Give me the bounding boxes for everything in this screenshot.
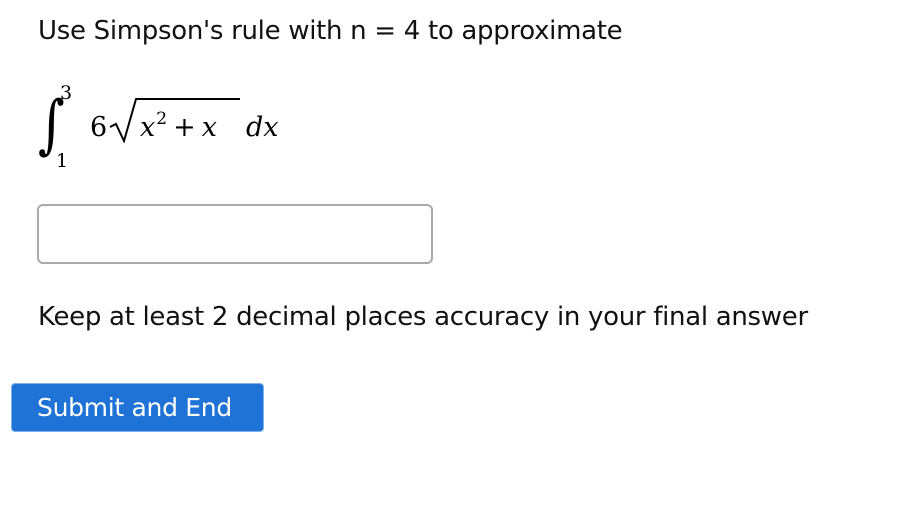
- integrand-coefficient: 6: [90, 112, 108, 143]
- integral-differential: dx: [246, 112, 279, 143]
- accuracy-note: Keep at least 2 decimal places accuracy …: [38, 302, 808, 332]
- integrand-radicand: x2 + x: [140, 109, 217, 149]
- submit-and-end-button[interactable]: Submit and End: [11, 383, 264, 432]
- question-prompt: Use Simpson's rule with n = 4 to approxi…: [38, 16, 623, 46]
- radicand-term: x: [201, 112, 217, 143]
- radicand-operator: +: [173, 112, 196, 143]
- answer-input[interactable]: [37, 204, 433, 264]
- integral-expression: ∫ 3 1 6 x2 + x dx: [36, 82, 296, 177]
- radicand-base: x: [140, 112, 156, 143]
- integral-lower-limit: 1: [56, 150, 69, 172]
- integral-upper-limit: 3: [60, 82, 73, 104]
- radicand-exponent: 2: [156, 109, 168, 129]
